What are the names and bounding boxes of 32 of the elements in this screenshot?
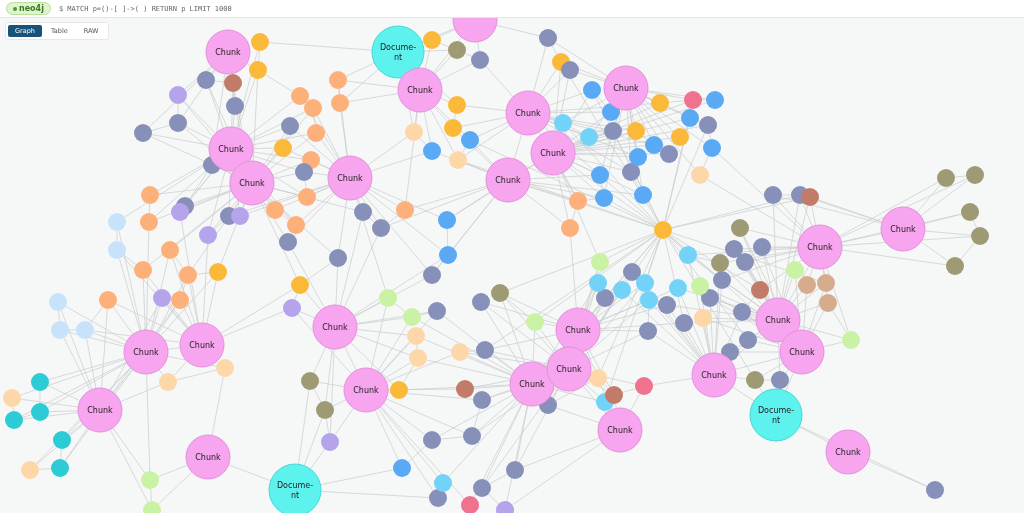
node-label: Chunk bbox=[322, 323, 348, 332]
node-label: Chunk bbox=[835, 448, 861, 457]
node-label: Chunk bbox=[789, 348, 815, 357]
node-label: Chunk bbox=[189, 341, 215, 350]
node-label: Chunk bbox=[607, 426, 633, 435]
node-label: nt bbox=[393, 53, 403, 62]
node-label: Chunk bbox=[613, 84, 639, 93]
node-label: nt bbox=[290, 491, 300, 500]
node-label: Chunk bbox=[515, 109, 541, 118]
node-label: Chunk bbox=[565, 326, 591, 335]
node-label: nt bbox=[771, 416, 781, 425]
node-label: Chunk bbox=[87, 406, 113, 415]
node-label: Chunk bbox=[495, 176, 521, 185]
node-label: Docume- bbox=[379, 43, 417, 52]
node-label: Chunk bbox=[195, 453, 221, 462]
node-label: Chunk bbox=[807, 243, 833, 252]
node-label: Docume- bbox=[276, 481, 314, 490]
node-label: Docume- bbox=[757, 406, 795, 415]
node-label: Chunk bbox=[215, 48, 241, 57]
node-label: Chunk bbox=[218, 145, 244, 154]
node-label: Chunk bbox=[407, 86, 433, 95]
node-label: Chunk bbox=[765, 316, 791, 325]
node-label: Chunk bbox=[133, 348, 159, 357]
node-label: Chunk bbox=[353, 386, 379, 395]
node-label: Chunk bbox=[890, 225, 916, 234]
node-label: Chunk bbox=[556, 365, 582, 374]
node-label: Chunk bbox=[519, 380, 545, 389]
node-label: Chunk bbox=[701, 371, 727, 380]
database-badge: neo4j bbox=[6, 2, 51, 15]
node-label: Chunk bbox=[337, 174, 363, 183]
node-label: Chunk bbox=[239, 179, 265, 188]
node-label: Chunk bbox=[540, 149, 566, 158]
